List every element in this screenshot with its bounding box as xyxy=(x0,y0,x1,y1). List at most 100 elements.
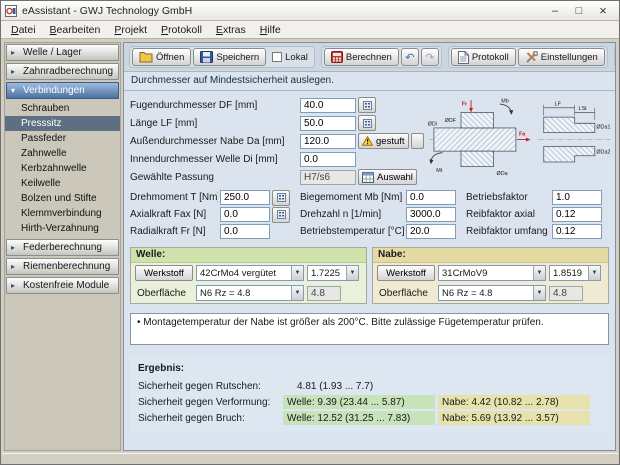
nabe-material-number-select[interactable]: 1.8519 ▼ xyxy=(549,265,601,281)
betriebstemperatur-input[interactable] xyxy=(406,224,456,239)
verformung-label: Sicherheit gegen Verformung: xyxy=(138,397,283,408)
menu-extras[interactable]: Extras xyxy=(209,22,253,38)
fugendurchmesser-input[interactable] xyxy=(300,98,356,113)
section-label: Welle / Lager xyxy=(23,47,82,58)
calculator-button[interactable] xyxy=(272,190,290,206)
nabe-oberflaeche-label: Oberfläche xyxy=(377,288,435,299)
sidebar-item-zahnwelle[interactable]: Zahnwelle xyxy=(5,146,120,161)
settings-button[interactable]: Einstellungen xyxy=(518,48,605,66)
calculator-button[interactable] xyxy=(358,97,376,113)
sidebar-section-kostenfreie-module[interactable]: ▸ Kostenfreie Module xyxy=(6,277,119,294)
result-row-bruch: Sicherheit gegen Bruch: Welle: 12.52 (31… xyxy=(138,410,601,426)
sidebar-item-schrauben[interactable]: Schrauben xyxy=(5,101,120,116)
item-label: Hirth-Verzahnung xyxy=(21,223,99,234)
welle-panel-title: Welle: xyxy=(131,248,366,263)
open-button[interactable]: Öffnen xyxy=(132,48,191,66)
calculate-button[interactable]: Berechnen xyxy=(324,48,399,66)
axialkraft-input[interactable] xyxy=(220,207,270,222)
biegemoment-input[interactable] xyxy=(406,190,456,205)
checkbox-icon xyxy=(272,52,282,62)
sidebar-item-hirth-verzahnung[interactable]: Hirth-Verzahnung xyxy=(5,221,120,236)
menu-datei[interactable]: Datei xyxy=(4,22,43,38)
verformung-welle-value: Welle: 9.39 (23.44 ... 5.87) xyxy=(283,395,435,409)
welle-material-number-select[interactable]: 1.7225 ▼ xyxy=(307,265,359,281)
local-label: Lokal xyxy=(285,52,308,63)
menubar: Datei Bearbeiten Projekt Protokoll Extra… xyxy=(1,21,619,39)
fugendurchmesser-label: Fugendurchmesser DF [mm] xyxy=(130,100,298,111)
welle-material-number-value: 1.7225 xyxy=(308,268,346,279)
sidebar-item-presssitz[interactable]: Presssitz xyxy=(5,116,120,131)
calc-toolbar-group: Berechnen ↶ ↷ xyxy=(321,46,442,68)
nabe-werkstoff-button[interactable]: Werkstoff xyxy=(377,265,435,281)
local-checkbox[interactable]: Lokal xyxy=(268,52,312,63)
radialkraft-input[interactable] xyxy=(220,224,270,239)
calculator-button[interactable] xyxy=(358,115,376,131)
nabe-panel-title: Nabe: xyxy=(373,248,608,263)
drehmoment-input[interactable] xyxy=(220,190,270,205)
menu-projekt[interactable]: Projekt xyxy=(107,22,154,38)
section-label: Kostenfreie Module xyxy=(23,280,109,291)
sidebar-section-verbindungen[interactable]: ▾ Verbindungen xyxy=(6,82,119,99)
main-panel: Öffnen Speichern Lokal Berechnen xyxy=(123,42,616,451)
menu-protokoll[interactable]: Protokoll xyxy=(154,22,209,38)
reibfaktor-umfang-input[interactable] xyxy=(552,224,602,239)
open-folder-icon xyxy=(139,51,153,63)
expand-arrow-icon: ▸ xyxy=(11,243,19,252)
page-subtitle: Durchmesser auf Mindestsicherheit ausleg… xyxy=(124,72,615,91)
da-options-button[interactable] xyxy=(411,133,424,149)
minimize-button[interactable]: – xyxy=(543,3,567,19)
aussendurchmesser-input[interactable] xyxy=(300,134,356,149)
reibfaktor-axial-input[interactable] xyxy=(552,207,602,222)
sidebar-section-zahnradberechnung[interactable]: ▸ Zahnradberechnung xyxy=(6,63,119,80)
sidebar-section-federberechnung[interactable]: ▸ Federberechnung xyxy=(6,239,119,256)
sidebar-item-bolzen-und-stifte[interactable]: Bolzen und Stifte xyxy=(5,191,120,206)
drehzahl-input[interactable] xyxy=(406,207,456,222)
welle-surface-select[interactable]: N6 Rz = 4.8 ▼ xyxy=(196,285,304,301)
diagram-lf-label: LF xyxy=(555,102,562,108)
diagram-da2-label: ØDa2 xyxy=(596,149,610,155)
betriebsfaktor-input[interactable] xyxy=(552,190,602,205)
nabe-surface-value: N6 Rz = 4.8 xyxy=(439,288,533,299)
welle-werkstoff-button[interactable]: Werkstoff xyxy=(135,265,193,281)
sidebar-section-riemenberechnung[interactable]: ▸ Riemenberechnung xyxy=(6,258,119,275)
undo-button[interactable]: ↶ xyxy=(401,48,419,66)
sidebar-item-passfeder[interactable]: Passfeder xyxy=(5,131,120,146)
menu-bearbeiten[interactable]: Bearbeiten xyxy=(43,22,108,38)
rutschen-value: 4.81 (1.93 ... 7.7) xyxy=(283,379,435,393)
sidebar-section-welle-lager[interactable]: ▸ Welle / Lager xyxy=(6,44,119,61)
nabe-surface-select[interactable]: N6 Rz = 4.8 ▼ xyxy=(438,285,546,301)
chevron-down-icon: ▼ xyxy=(346,266,358,280)
main-content: Fugendurchmesser DF [mm] Länge LF [mm] A… xyxy=(124,91,615,450)
redo-button[interactable]: ↷ xyxy=(421,48,439,66)
save-label: Speichern xyxy=(216,52,259,63)
diagram-da1-label: ØDa1 xyxy=(596,125,610,131)
save-button[interactable]: Speichern xyxy=(193,48,266,66)
section-label: Riemenberechnung xyxy=(23,261,110,272)
sidebar-item-keilwelle[interactable]: Keilwelle xyxy=(5,176,120,191)
item-label: Klemmverbindung xyxy=(21,208,102,219)
nabe-material-select[interactable]: 31CrMoV9 ▼ xyxy=(438,265,546,281)
auswahl-button[interactable]: Auswahl xyxy=(358,169,417,185)
warning-icon xyxy=(362,136,373,146)
gestuft-button[interactable]: gestuft xyxy=(358,133,409,149)
diagram-fa-label: Fa xyxy=(519,132,526,138)
calculator-button[interactable] xyxy=(272,207,290,223)
close-button[interactable]: × xyxy=(591,3,615,19)
sidebar-item-klemmverbindung[interactable]: Klemmverbindung xyxy=(5,206,120,221)
radialkraft-label: Radialkraft Fr [N] xyxy=(130,226,218,237)
passung-value xyxy=(300,170,356,185)
menu-hilfe[interactable]: Hilfe xyxy=(253,22,288,38)
item-label: Presssitz xyxy=(21,118,62,129)
innendurchmesser-input[interactable] xyxy=(300,152,356,167)
diagram-lst-label: LSt xyxy=(579,106,588,112)
rutschen-label: Sicherheit gegen Rutschen: xyxy=(138,381,283,392)
protocol-button[interactable]: Protokoll xyxy=(451,48,516,66)
welle-material-select[interactable]: 42CrMo4 vergütet ▼ xyxy=(196,265,304,281)
sidebar-item-kerbzahnwelle[interactable]: Kerbzahnwelle xyxy=(5,161,120,176)
item-label: Schrauben xyxy=(21,103,69,114)
geometry-form: Fugendurchmesser DF [mm] Länge LF [mm] A… xyxy=(130,96,426,186)
maximize-button[interactable]: □ xyxy=(567,3,591,19)
auswahl-label: Auswahl xyxy=(377,172,413,183)
biegemoment-label: Biegemoment Mb [Nm] xyxy=(300,192,404,203)
laenge-input[interactable] xyxy=(300,116,356,131)
